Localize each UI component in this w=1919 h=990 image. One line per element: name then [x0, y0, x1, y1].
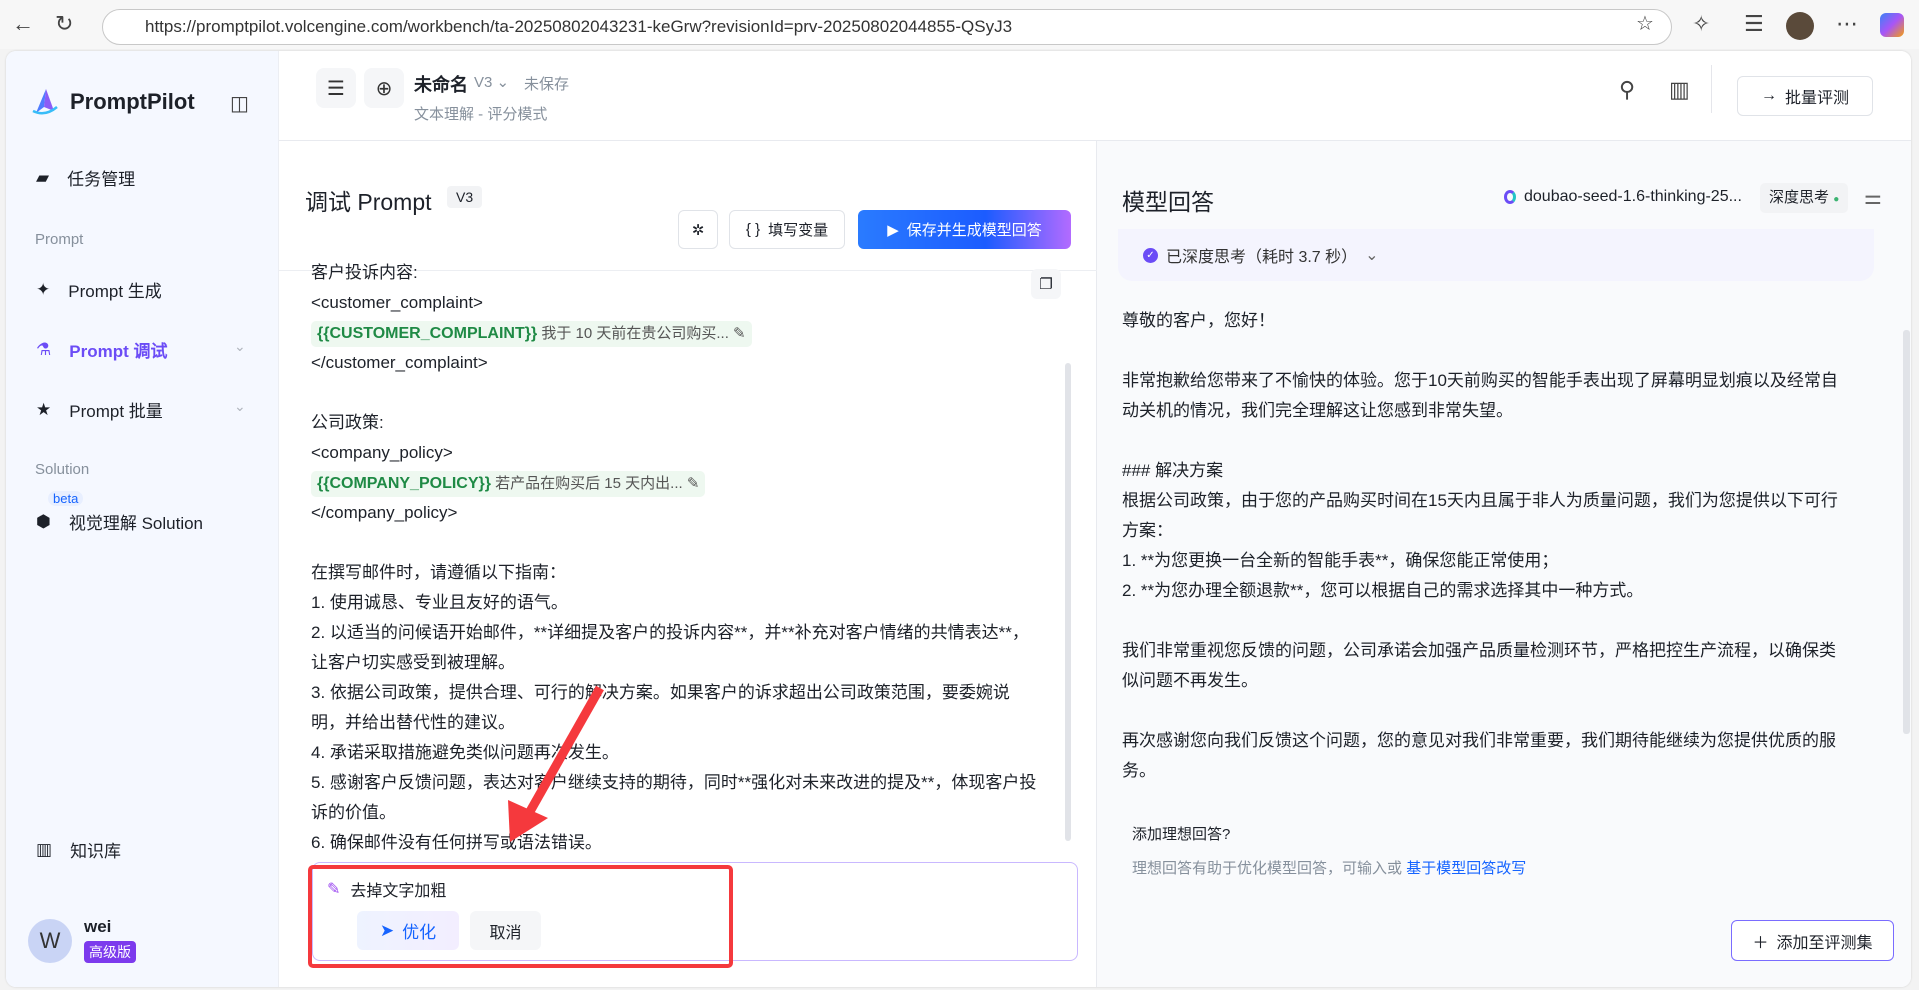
annotation-arrow: [508, 685, 604, 842]
